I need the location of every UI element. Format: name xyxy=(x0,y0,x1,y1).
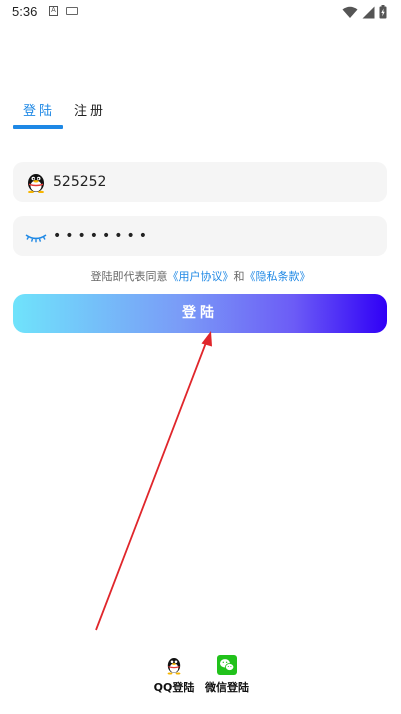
wifi-icon xyxy=(342,6,358,18)
qq-login-label: QQ登陆 xyxy=(153,681,195,694)
status-time: 5:36 xyxy=(12,4,38,19)
annotation-arrow-icon xyxy=(95,331,212,631)
agreement-prefix: 登陆即代表同意 xyxy=(90,270,168,283)
password-input[interactable]: •••••••• xyxy=(53,216,373,256)
password-field[interactable]: •••••••• xyxy=(13,216,387,256)
account-input[interactable] xyxy=(53,162,373,202)
qq-icon xyxy=(167,658,181,675)
qq-penguin-icon xyxy=(28,174,44,193)
active-tab-indicator xyxy=(13,125,63,129)
status-icons xyxy=(342,4,387,20)
agreement-and: 和 xyxy=(233,270,245,283)
wechat-login-label: 微信登陆 xyxy=(205,681,249,694)
battery-charging-icon xyxy=(379,5,387,19)
wechat-login-button[interactable]: 微信登陆 xyxy=(197,655,257,695)
login-button[interactable]: 登陆 xyxy=(13,294,387,333)
privacy-policy-link[interactable]: 《隐私条款》 xyxy=(245,270,311,283)
wechat-icon xyxy=(217,655,237,675)
tab-register[interactable]: 注册 xyxy=(74,100,106,119)
qq-login-button[interactable]: QQ登陆 xyxy=(144,655,204,695)
keyboard-icon xyxy=(66,7,78,15)
agreement-text: 登陆即代表同意《用户协议》和《隐私条款》 xyxy=(0,268,401,284)
signal-icon xyxy=(362,6,375,18)
user-agreement-link[interactable]: 《用户协议》 xyxy=(168,270,234,283)
eye-closed-icon[interactable] xyxy=(25,225,47,247)
status-bar: 5:36 A xyxy=(0,0,401,24)
account-field[interactable] xyxy=(13,162,387,202)
tab-login[interactable]: 登陆 xyxy=(23,100,55,119)
accessibility-badge-icon: A xyxy=(49,6,58,16)
